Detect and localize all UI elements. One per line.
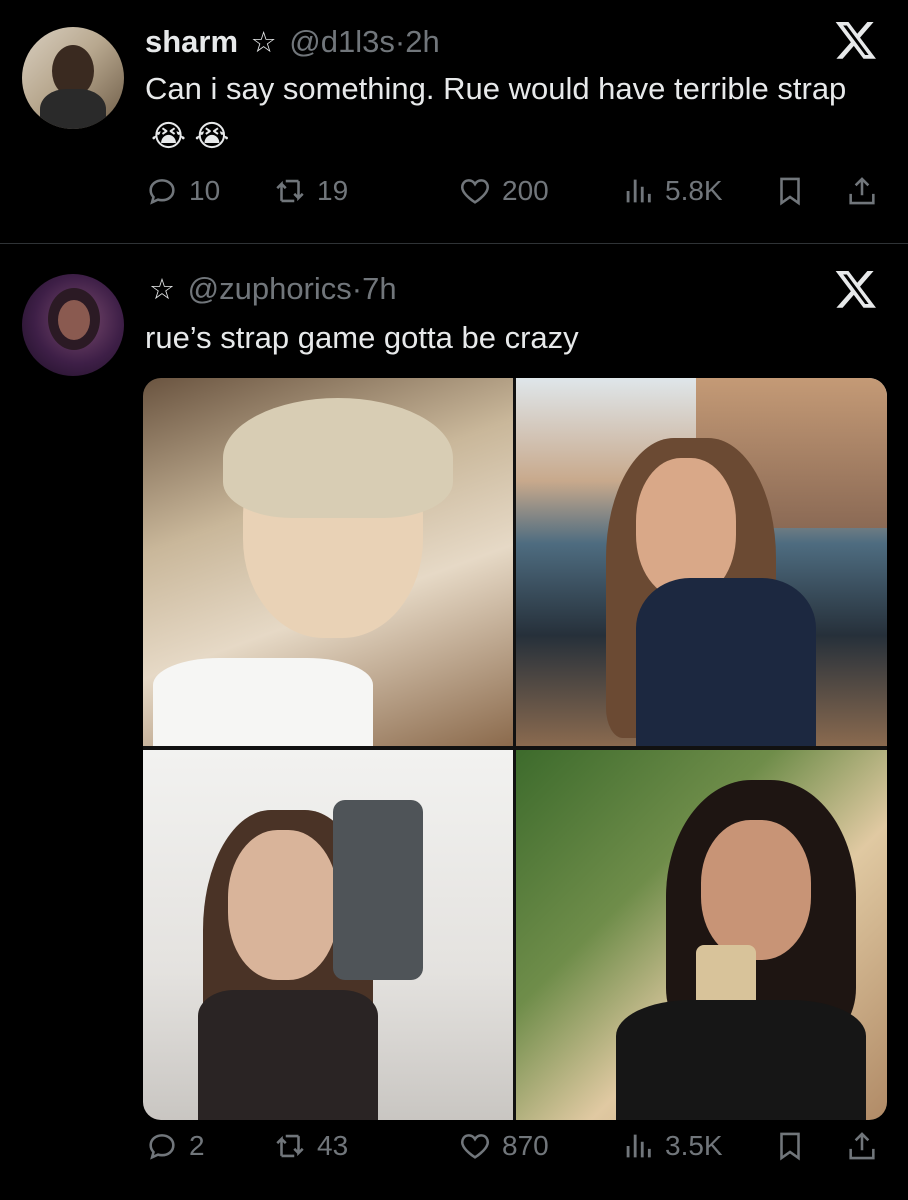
repost-count: 43 — [317, 1130, 349, 1161]
action-bar: 2 43 870 3.5K — [145, 1126, 885, 1166]
photo-2[interactable] — [516, 378, 887, 746]
handle[interactable]: @zuphorics — [188, 271, 352, 306]
views-count: 3.5K — [665, 1130, 723, 1161]
share-icon — [849, 177, 875, 205]
repost-icon — [276, 1134, 304, 1158]
bookmark-icon — [780, 1132, 800, 1161]
tweet-1[interactable]: sharm ☆ @d1l3s·2h Can i say something. R… — [0, 0, 908, 244]
bookmark-icon — [780, 177, 800, 206]
x-logo-icon — [835, 271, 876, 308]
tweet-divider — [0, 243, 908, 244]
photo-4[interactable] — [516, 750, 887, 1120]
tweet-text: rue’s strap game gotta be crazy — [145, 320, 579, 355]
separator: · — [351, 271, 363, 306]
reply-icon — [149, 179, 175, 205]
handle[interactable]: @d1l3s — [289, 24, 395, 59]
x-logo-icon — [835, 22, 876, 59]
repost-count: 19 — [317, 175, 349, 206]
tweet-header: ☆ @zuphorics·7h — [145, 271, 397, 308]
like-button[interactable]: 870 — [458, 1126, 549, 1166]
views-icon — [626, 179, 651, 203]
reply-icon — [149, 1134, 175, 1160]
tweet-2[interactable]: ☆ @zuphorics·7h rue’s strap game gotta b… — [0, 245, 908, 1200]
repost-button[interactable]: 43 — [273, 1126, 348, 1166]
tweet-text-body: Can i say something. Rue would have terr… — [145, 71, 847, 106]
separator: · — [394, 24, 406, 59]
views-count: 5.8K — [665, 175, 723, 206]
star-icon: ☆ — [250, 27, 277, 59]
avatar[interactable] — [22, 27, 124, 129]
share-button[interactable] — [845, 1126, 879, 1166]
like-count: 870 — [502, 1130, 549, 1161]
tweet-header: sharm ☆ @d1l3s·2h — [145, 24, 440, 61]
avatar[interactable] — [22, 274, 124, 376]
like-button[interactable]: 200 — [458, 171, 549, 211]
display-name[interactable]: sharm — [145, 24, 238, 59]
views-icon — [626, 1134, 651, 1158]
tweet-text: Can i say something. Rue would have terr… — [145, 67, 865, 159]
like-count: 200 — [502, 175, 549, 206]
share-icon — [849, 1132, 875, 1160]
star-icon: ☆ — [149, 274, 175, 306]
repost-icon — [276, 179, 304, 203]
media-grid[interactable] — [143, 378, 887, 1120]
action-bar: 10 19 200 5.8K — [145, 171, 885, 211]
reply-button[interactable]: 10 — [145, 171, 220, 211]
repost-button[interactable]: 19 — [273, 171, 348, 211]
reply-button[interactable]: 2 — [145, 1126, 205, 1166]
views-button[interactable]: 3.5K — [621, 1126, 723, 1166]
reply-count: 2 — [189, 1130, 205, 1161]
bookmark-button[interactable] — [773, 171, 807, 211]
reply-count: 10 — [189, 175, 221, 206]
crying-emoji: 😭 😭 — [151, 120, 230, 153]
timestamp[interactable]: 2h — [405, 24, 439, 59]
share-button[interactable] — [845, 171, 879, 211]
photo-1[interactable] — [143, 378, 513, 746]
views-button[interactable]: 5.8K — [621, 171, 723, 211]
heart-icon — [461, 1134, 489, 1159]
photo-3[interactable] — [143, 750, 513, 1120]
timestamp[interactable]: 7h — [362, 271, 396, 306]
bookmark-button[interactable] — [773, 1126, 807, 1166]
heart-icon — [461, 179, 489, 204]
